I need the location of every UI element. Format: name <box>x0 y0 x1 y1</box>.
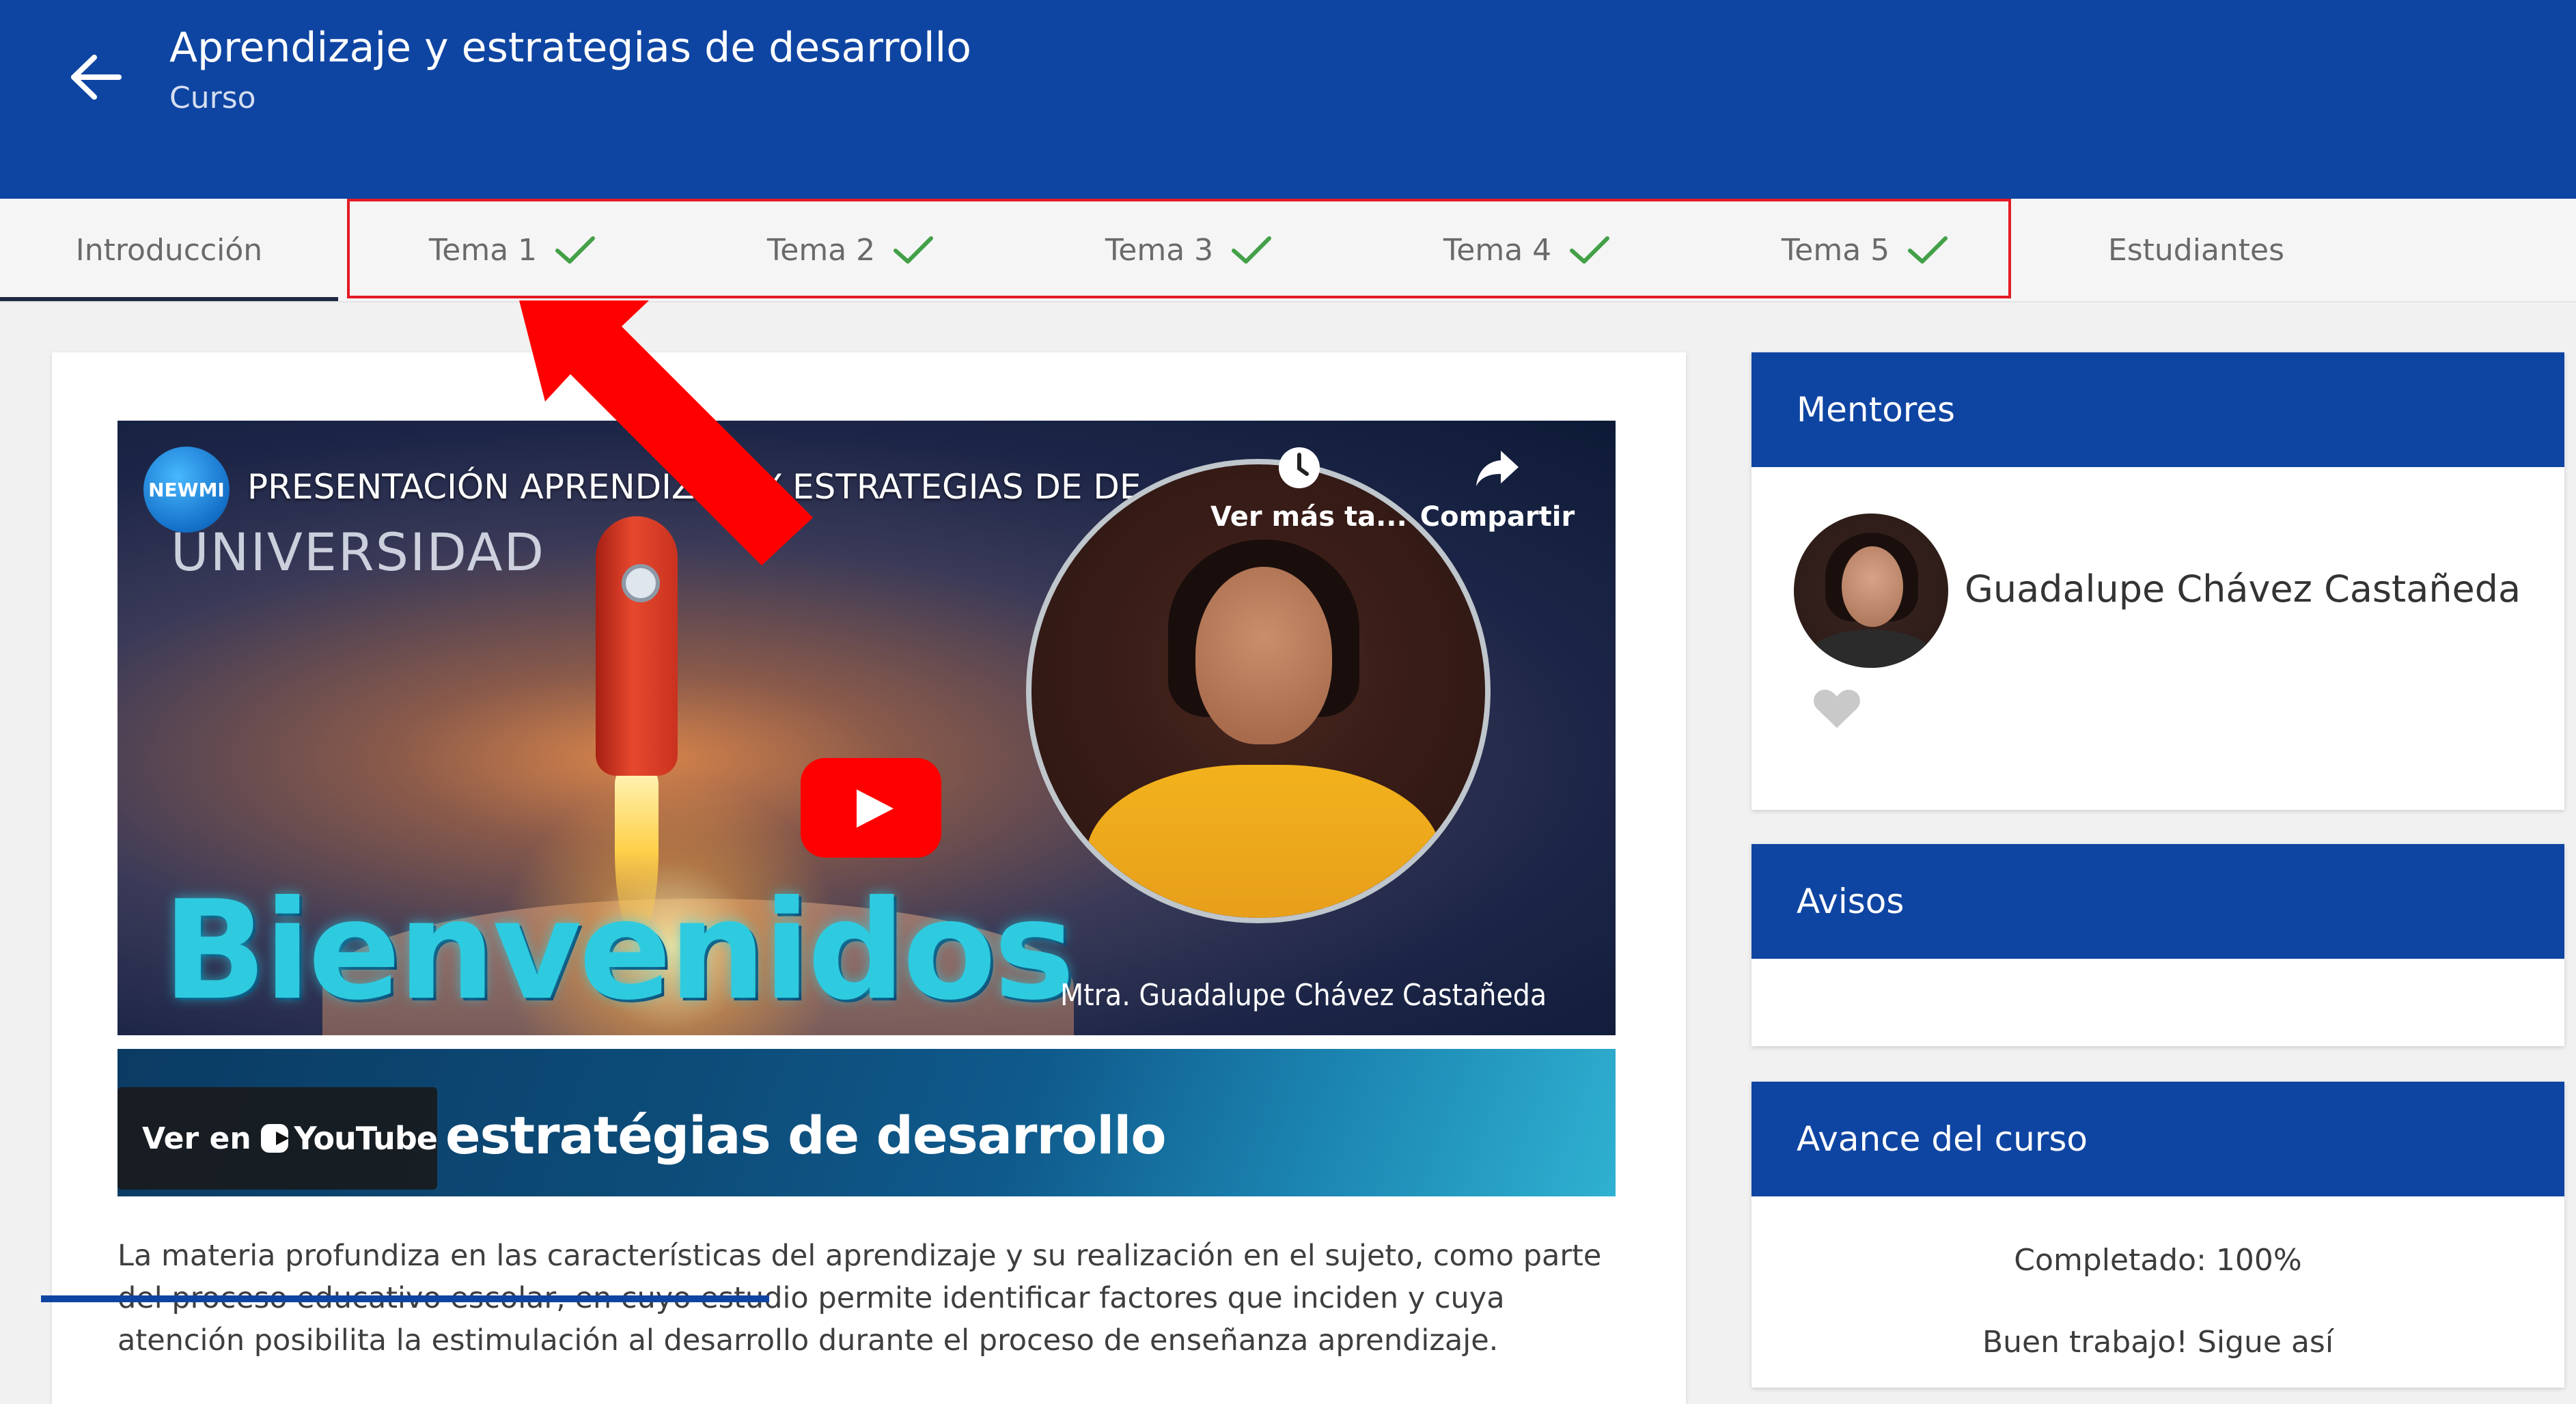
progress-message: Buen trabajo! Sigue así <box>1982 1325 2334 1360</box>
tab-label: Tema 2 <box>766 232 876 268</box>
avatar[interactable] <box>1794 514 1948 668</box>
portrait-shirt <box>1086 765 1441 918</box>
rocket-window-graphic <box>622 564 660 602</box>
clock-icon <box>1279 447 1320 488</box>
avatar-face <box>1842 546 1903 627</box>
page-title: Aprendizaje y estrategias de desarrollo <box>169 24 971 72</box>
share-icon <box>1476 451 1519 486</box>
tab-tema-3[interactable]: Tema 3 <box>1025 199 1353 301</box>
play-button[interactable] <box>801 758 941 858</box>
portrait-face <box>1195 567 1332 744</box>
avatar-shirt <box>1808 630 1935 668</box>
tab-label: Tema 3 <box>1105 232 1214 268</box>
watch-on-label: Ver en <box>142 1121 251 1156</box>
video-bottom-banner: estratégias de desarrollo Ver en YouTube <box>117 1049 1616 1196</box>
play-icon <box>857 789 894 828</box>
progress-bar <box>41 1295 769 1302</box>
video-player[interactable]: NEWMI UNIVERSIDAD PRESENTACIÓN APRENDIZA… <box>117 421 1616 1035</box>
mentores-panel: Mentores Guadalupe Chávez Castañeda <box>1751 352 2564 810</box>
active-tab-indicator <box>0 297 338 301</box>
watch-later-label: Ver más ta... <box>1210 501 1407 533</box>
tab-label: Tema 5 <box>1781 232 1890 268</box>
check-icon <box>1232 236 1272 264</box>
check-icon <box>1570 236 1610 264</box>
progress-bar-fill <box>41 1295 769 1302</box>
page-subtitle: Curso <box>169 81 256 115</box>
watch-on-youtube-button[interactable]: Ver en YouTube <box>117 1087 438 1190</box>
check-icon <box>555 236 596 264</box>
heart-icon[interactable] <box>1813 687 1861 729</box>
app-header: Aprendizaje y estrategias de desarrollo … <box>0 0 2576 199</box>
tab-label: Tema 4 <box>1443 232 1552 268</box>
tab-label: Introducción <box>75 232 263 268</box>
youtube-brand: YouTube <box>294 1120 438 1157</box>
watch-later-button[interactable]: Ver más ta... <box>1210 445 1407 533</box>
welcome-heading: Bienvenidos <box>163 871 1075 1030</box>
tab-tema-5[interactable]: Tema 5 <box>1701 199 2029 301</box>
avance-panel: Avance del curso Completado: 100% Buen t… <box>1751 1082 2564 1388</box>
tab-estudiantes[interactable]: Estudiantes <box>2015 199 2377 301</box>
mentor-name[interactable]: Guadalupe Chávez Castañeda <box>1965 567 2521 610</box>
presenter-caption: Mtra. Guadalupe Chávez Castañeda <box>1060 978 1547 1013</box>
video-bottom-text: estratégias de desarrollo <box>445 1105 1167 1166</box>
avisos-title: Avisos <box>1751 844 2564 959</box>
avisos-panel: Avisos <box>1751 844 2564 1046</box>
share-button[interactable]: Compartir <box>1409 445 1586 533</box>
tab-tema-1[interactable]: Tema 1 <box>348 199 676 301</box>
tab-tema-4[interactable]: Tema 4 <box>1363 199 1691 301</box>
share-label: Compartir <box>1419 501 1575 533</box>
rocket-graphic <box>596 516 678 776</box>
arrow-left-icon[interactable] <box>68 53 123 101</box>
progress-completed-label: Completado: 100% <box>2014 1243 2302 1278</box>
tab-bar: Introducción Tema 1 Tema 2 Tema 3 Tema 4… <box>0 199 2576 303</box>
video-divider <box>117 1035 1616 1049</box>
tab-introduccion[interactable]: Introducción <box>0 199 338 301</box>
channel-logo[interactable]: NEWMI <box>143 447 230 533</box>
avance-title: Avance del curso <box>1751 1082 2564 1196</box>
video-brand-text: UNIVERSIDAD <box>171 522 546 582</box>
check-icon <box>1908 236 1948 264</box>
youtube-logo-icon <box>260 1124 289 1153</box>
mentores-title: Mentores <box>1751 352 2564 467</box>
tab-tema-2[interactable]: Tema 2 <box>687 199 1014 301</box>
check-icon <box>894 236 934 264</box>
video-title[interactable]: PRESENTACIÓN APRENDIZAJE Y ESTRATEGIAS D… <box>247 467 1174 507</box>
tab-label: Estudiantes <box>2107 232 2285 268</box>
tab-label: Tema 1 <box>428 232 538 268</box>
